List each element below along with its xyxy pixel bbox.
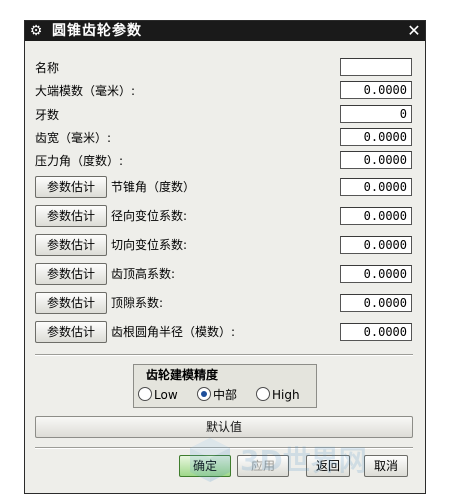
radio-low-icon[interactable]	[138, 387, 152, 401]
default-value-button[interactable]: 默认值	[35, 416, 413, 438]
fillet-radius-label: 齿根圆角半径（模数）:	[111, 325, 236, 339]
module-label: 大端模数（毫米）:	[35, 84, 136, 98]
radio-high-label: High	[272, 388, 300, 402]
module-input[interactable]: 0.0000	[340, 81, 412, 99]
radio-high-icon[interactable]	[256, 387, 270, 401]
estimate-button-tangential-shift[interactable]: 参数估计	[35, 234, 107, 256]
ok-button[interactable]: 确定	[179, 455, 231, 477]
separator	[35, 354, 413, 356]
window-title: 圆锥齿轮参数	[52, 23, 142, 39]
face-width-input[interactable]: 0.0000	[340, 128, 412, 146]
pressure-angle-label: 压力角（度数）:	[35, 154, 124, 168]
radial-shift-label: 径向变位系数:	[111, 209, 188, 223]
estimate-button-addendum[interactable]: 参数估计	[35, 263, 107, 285]
pressure-angle-input[interactable]: 0.0000	[340, 151, 412, 169]
teeth-label: 牙数	[35, 108, 60, 122]
estimate-button-fillet-radius[interactable]: 参数估计	[35, 321, 107, 343]
estimate-button-radial-shift[interactable]: 参数估计	[35, 205, 107, 227]
radio-medium[interactable]: 中部	[197, 387, 237, 403]
addendum-input[interactable]: 0.0000	[340, 265, 412, 283]
pitch-angle-label: 节锥角（度数）	[111, 180, 196, 194]
tangential-shift-input[interactable]: 0.0000	[340, 236, 412, 254]
bevel-gear-dialog: ⚙ 圆锥齿轮参数 ✕ 名称 大端模数（毫米）: 0.0000 牙数 0 齿宽（毫…	[24, 20, 426, 494]
estimate-button-clearance[interactable]: 参数估计	[35, 292, 107, 314]
radial-shift-input[interactable]: 0.0000	[340, 207, 412, 225]
gear-icon[interactable]: ⚙	[28, 23, 44, 39]
clearance-input[interactable]: 0.0000	[340, 294, 412, 312]
default-value-label: 默认值	[205, 420, 242, 434]
radio-low-label: Low	[154, 388, 178, 402]
tangential-shift-label: 切向变位系数:	[111, 238, 188, 252]
clearance-label: 顶隙系数:	[111, 296, 164, 310]
precision-title: 齿轮建模精度	[146, 368, 219, 382]
estimate-button-pitch-angle[interactable]: 参数估计	[35, 176, 107, 198]
radio-low[interactable]: Low	[138, 387, 178, 403]
addendum-label: 齿顶高系数:	[111, 267, 176, 281]
fillet-radius-input[interactable]: 0.0000	[340, 323, 412, 341]
name-input[interactable]	[340, 58, 412, 76]
back-button[interactable]: 返回	[306, 455, 350, 477]
teeth-input[interactable]: 0	[340, 105, 412, 123]
face-width-label: 齿宽（毫米）:	[35, 131, 112, 145]
separator-bottom	[35, 447, 413, 449]
name-label: 名称	[35, 61, 60, 75]
pitch-angle-input[interactable]: 0.0000	[340, 178, 412, 196]
radio-high[interactable]: High	[256, 387, 300, 403]
close-icon[interactable]: ✕	[405, 22, 423, 40]
radio-medium-icon[interactable]	[197, 387, 211, 401]
title-bar[interactable]: ⚙ 圆锥齿轮参数 ✕	[25, 21, 425, 41]
cancel-button[interactable]: 取消	[364, 455, 408, 477]
precision-group: 齿轮建模精度 Low 中部 High	[133, 364, 317, 408]
radio-medium-label: 中部	[213, 388, 238, 402]
apply-button[interactable]: 应用	[237, 455, 289, 477]
